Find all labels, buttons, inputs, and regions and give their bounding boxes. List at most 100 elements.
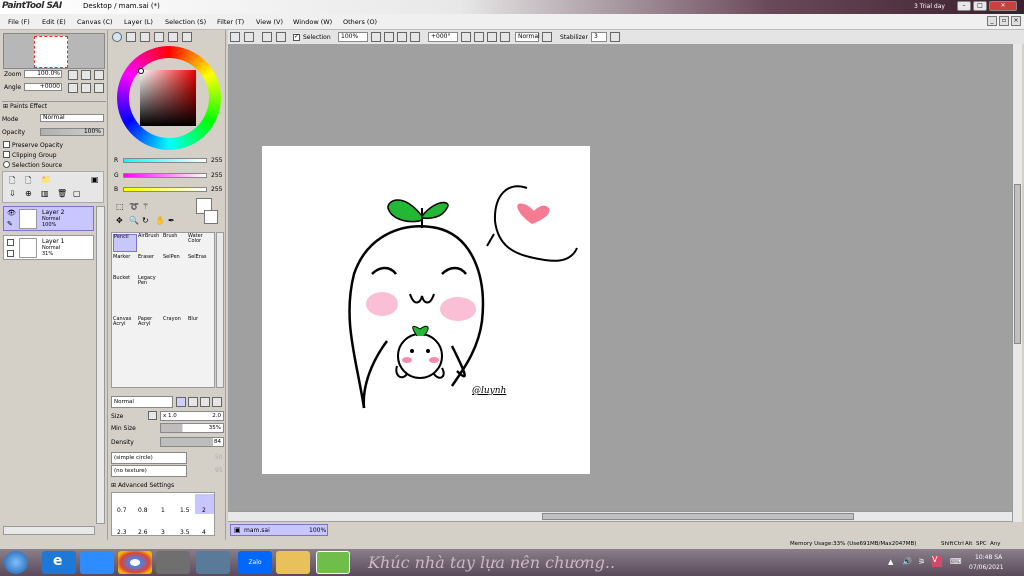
deselect-button[interactable] <box>262 32 272 42</box>
mask-icon[interactable]: ▢ <box>73 189 81 198</box>
size-preset[interactable]: 1 <box>161 507 165 514</box>
brush-shape-square[interactable] <box>176 397 186 407</box>
zoom-field[interactable]: 100.0% <box>24 70 62 78</box>
visibility-checkbox[interactable] <box>7 239 14 246</box>
paint-icon[interactable] <box>196 551 230 574</box>
zoom-meetings-icon[interactable] <box>80 551 114 574</box>
tool-scrollbar[interactable] <box>216 232 224 388</box>
zoom-minus-button[interactable] <box>384 32 394 42</box>
stabilizer-select[interactable]: 3 <box>591 32 607 42</box>
menu-filter[interactable]: Filter (T) <box>217 18 244 26</box>
zoom-plus-button[interactable] <box>397 32 407 42</box>
new-folder-icon[interactable]: 📁 <box>41 175 51 184</box>
selection-source-checkbox[interactable] <box>3 161 10 168</box>
size-preset[interactable]: 0.7 <box>117 507 127 514</box>
color-picker-handle[interactable] <box>138 68 144 74</box>
zoom-reset-button[interactable] <box>94 70 104 80</box>
tool-legacy-pen[interactable]: Legacy Pen <box>138 276 162 294</box>
size-preset[interactable]: 4 <box>202 529 206 536</box>
menu-view[interactable]: View (V) <box>256 18 283 26</box>
view-mode-select[interactable]: Normal <box>515 32 540 42</box>
zoom-fit-button[interactable] <box>410 32 420 42</box>
angle-select[interactable]: +000° <box>428 32 458 42</box>
advanced-settings-toggle[interactable]: ⊞ Advanced Settings <box>111 482 174 489</box>
layer-menu-icon[interactable]: ▣ <box>91 175 99 184</box>
min-size-slider[interactable]: 35% <box>160 423 224 433</box>
hsv-tab[interactable] <box>140 32 150 42</box>
zalo-icon[interactable]: Zalo <box>238 551 272 574</box>
brush-shape-flat[interactable] <box>212 397 222 407</box>
tray-arrow-icon[interactable]: ▲ <box>888 558 893 566</box>
tool-marker[interactable]: Marker <box>113 255 137 273</box>
move-icon[interactable]: ✥ <box>116 216 123 225</box>
network-icon[interactable]: ⚞ <box>918 557 925 566</box>
mode-select[interactable]: Normal <box>40 114 104 122</box>
horizontal-scroll-thumb[interactable] <box>542 513 854 520</box>
menu-layer[interactable]: Layer (L) <box>124 18 153 26</box>
merge-down-icon[interactable]: ⊕ <box>25 189 32 198</box>
navigator-thumbnail[interactable] <box>3 33 105 69</box>
eyedropper-icon[interactable]: ✒ <box>168 216 175 225</box>
scratchpad-tab[interactable] <box>182 32 192 42</box>
doc-restore-button[interactable]: ▫ <box>999 16 1009 26</box>
redo-button[interactable] <box>244 32 254 42</box>
lasso-icon[interactable]: ➰ <box>129 202 139 211</box>
tool-pencil[interactable]: Pencil <box>113 234 137 252</box>
stabilizer-dropdown[interactable] <box>610 32 620 42</box>
size-preset[interactable]: 0.8 <box>138 507 148 514</box>
size-preset[interactable]: 2.3 <box>117 529 127 536</box>
painttool-sai-icon[interactable] <box>316 551 350 574</box>
preserve-opacity-checkbox[interactable] <box>3 141 10 148</box>
tool-blur[interactable]: Blur <box>188 317 212 335</box>
tool-brush[interactable]: Brush <box>163 234 187 252</box>
chrome-icon[interactable] <box>118 551 152 574</box>
tool-paper-acryl[interactable]: Paper Acryl <box>138 317 162 335</box>
rotate-cw-button[interactable] <box>487 32 497 42</box>
intermediate-tab[interactable] <box>154 32 164 42</box>
r-slider[interactable] <box>123 158 207 163</box>
size-preset[interactable]: 1.5 <box>180 507 190 514</box>
color-wheel-tab[interactable] <box>112 32 122 42</box>
zoom-dropdown[interactable] <box>371 32 381 42</box>
tool-selpen[interactable]: SelPen <box>163 255 187 273</box>
layer-row-layer1[interactable]: Layer 1 Normal 31% <box>3 235 94 260</box>
vertical-scroll-thumb[interactable] <box>1014 184 1021 344</box>
document-tab[interactable]: ▣ mam.sai 100% <box>230 524 328 536</box>
internet-explorer-icon[interactable]: e <box>42 551 76 574</box>
doc-minimize-button[interactable]: _ <box>987 16 997 26</box>
zoom-in-button[interactable] <box>81 70 91 80</box>
selection-checkbox[interactable]: ✓ <box>293 33 300 41</box>
close-button[interactable]: ✕ <box>989 1 1017 11</box>
menu-file[interactable]: File (F) <box>8 18 30 26</box>
rgb-tab[interactable] <box>126 32 136 42</box>
tool-crayon[interactable]: Crayon <box>163 317 187 335</box>
menu-others[interactable]: Others (O) <box>343 18 377 26</box>
zoom-out-button[interactable] <box>68 70 78 80</box>
rotate-ccw-button[interactable] <box>474 32 484 42</box>
menu-edit[interactable]: Edit (E) <box>42 18 66 26</box>
invert-selection-button[interactable] <box>276 32 286 42</box>
vertical-scrollbar[interactable] <box>1012 44 1022 522</box>
rotate-right-button[interactable] <box>81 83 91 93</box>
rotate-icon[interactable]: ↻ <box>142 216 149 225</box>
brush-shape-triangle[interactable] <box>188 397 198 407</box>
new-linear-layer-icon[interactable]: 🗋 <box>25 175 31 189</box>
zoom-icon[interactable]: 🔍 <box>129 216 139 225</box>
minimize-button[interactable]: – <box>957 1 971 11</box>
saturation-value-square[interactable] <box>140 70 196 126</box>
density-slider[interactable]: 84 <box>160 437 224 447</box>
transfer-down-icon[interactable]: ⇩ <box>9 189 16 198</box>
b-slider[interactable] <box>123 187 207 192</box>
lock-checkbox[interactable] <box>7 250 14 257</box>
brush-shape-select[interactable]: (simple circle) <box>111 452 187 464</box>
secondary-color-swatch[interactable] <box>204 210 218 224</box>
swatches-tab[interactable] <box>168 32 178 42</box>
file-explorer-icon[interactable] <box>276 551 310 574</box>
horizontal-scrollbar[interactable] <box>228 511 1012 521</box>
size-preset-selected[interactable]: 2 <box>195 494 214 514</box>
clipping-group-checkbox[interactable] <box>3 151 10 158</box>
brush-shape-round[interactable] <box>200 397 210 407</box>
doc-close-button[interactable]: × <box>1011 16 1021 26</box>
v-tray-icon[interactable]: V <box>932 555 942 567</box>
flip-button[interactable] <box>500 32 510 42</box>
